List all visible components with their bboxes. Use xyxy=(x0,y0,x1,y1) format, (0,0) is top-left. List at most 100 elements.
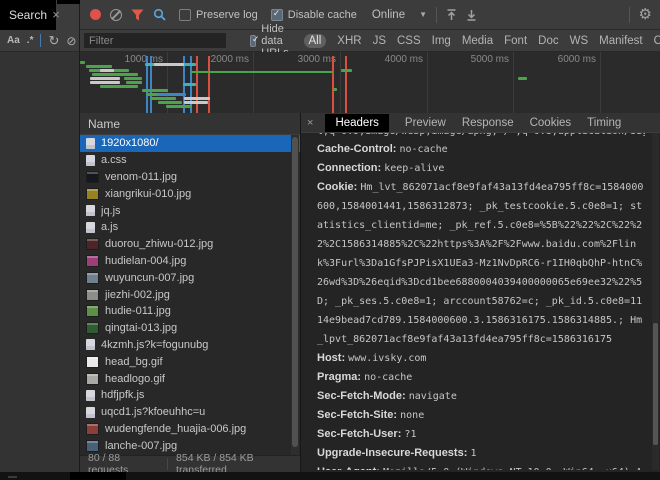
gear-icon[interactable]: ⚙ xyxy=(639,7,652,22)
request-row[interactable]: hudie-011.jpg xyxy=(80,303,300,320)
details-scrollbar[interactable] xyxy=(652,133,659,470)
overview-tick-label: 6000 ms xyxy=(542,54,596,65)
match-case-button[interactable]: Aa xyxy=(7,35,20,46)
request-row[interactable]: duorou_zhiwu-012.jpg xyxy=(80,236,300,253)
request-name: a.css xyxy=(101,154,127,166)
request-row[interactable]: wudengfende_huajia-006.jpg xyxy=(80,421,300,438)
request-row[interactable]: wuyuncun-007.jpg xyxy=(80,269,300,286)
filter-pill-font[interactable]: Font xyxy=(504,34,527,48)
image-thumbnail-icon xyxy=(86,305,99,317)
search-drawer-tabbar: Search × xyxy=(0,0,79,31)
tab-headers[interactable]: Headers xyxy=(325,114,388,132)
header-name: Connection: xyxy=(317,162,384,174)
header-line: Upgrade-Insecure-Requests: 1 xyxy=(317,443,645,462)
regex-button[interactable]: .* xyxy=(27,35,34,46)
request-row[interactable]: qingtai-013.jpg xyxy=(80,320,300,337)
overview-event-line xyxy=(208,56,210,113)
window-notch xyxy=(57,0,80,4)
header-value: none xyxy=(400,410,424,421)
tab-response[interactable]: Response xyxy=(462,117,514,129)
document-icon xyxy=(86,155,95,166)
preserve-log-checkbox[interactable] xyxy=(179,9,191,21)
request-row[interactable]: a.css xyxy=(80,152,300,169)
filter-pill-ws[interactable]: WS xyxy=(570,34,589,48)
overview-request-bar xyxy=(183,83,196,86)
export-har-icon[interactable] xyxy=(466,9,477,21)
header-value: Hm_lvt_862071acf8e9faf43a13fd4ea795ff8c=… xyxy=(317,182,643,345)
request-row[interactable]: headlogo.gif xyxy=(80,370,300,387)
bottom-dash xyxy=(8,476,17,478)
overview-request-bar xyxy=(86,65,112,68)
scrollbar-thumb[interactable] xyxy=(292,137,298,447)
request-name: uqcd1.js?kfoeuhhc=u xyxy=(101,406,205,418)
preserve-log-label: Preserve log xyxy=(196,9,258,21)
throttling-dropdown[interactable]: Online ▼ xyxy=(372,9,427,21)
filter-pill-manifest[interactable]: Manifest xyxy=(599,34,642,48)
request-row[interactable]: uqcd1.js?kfoeuhhc=u xyxy=(80,404,300,421)
name-column-header[interactable]: Name xyxy=(80,113,300,135)
clear-search-icon[interactable]: ⊘ xyxy=(66,34,76,48)
overview-tick-label: 3000 ms xyxy=(282,54,336,65)
request-row[interactable]: venom-011.jpg xyxy=(80,169,300,186)
header-line: Cache-Control: no-cache xyxy=(317,139,645,158)
disable-cache-checkbox[interactable] xyxy=(271,9,283,21)
record-button[interactable] xyxy=(90,9,101,20)
search-icon[interactable] xyxy=(153,8,166,21)
request-row[interactable]: jq.js xyxy=(80,202,300,219)
clear-requests-icon[interactable] xyxy=(110,9,122,21)
filter-pill-media[interactable]: Media xyxy=(462,34,493,48)
filter-pill-img[interactable]: Img xyxy=(432,34,451,48)
disable-cache-toggle[interactable]: Disable cache xyxy=(271,9,357,21)
tab-cookies[interactable]: Cookies xyxy=(530,117,572,129)
filter-pill-all[interactable]: All xyxy=(304,34,327,48)
header-name: User-Agent: xyxy=(317,466,383,470)
filter-pill-xhr[interactable]: XHR xyxy=(337,34,361,48)
filter-pill-css[interactable]: CSS xyxy=(397,34,421,48)
image-thumbnail-icon xyxy=(86,171,99,183)
filter-pill-js[interactable]: JS xyxy=(373,34,386,48)
header-name: Pragma: xyxy=(317,371,364,383)
request-row[interactable]: 1920x1080/ xyxy=(80,135,300,152)
overview[interactable]: 1000 ms2000 ms3000 ms4000 ms5000 ms6000 … xyxy=(80,52,660,114)
close-icon[interactable]: × xyxy=(48,7,64,23)
request-row[interactable]: head_bg.gif xyxy=(80,353,300,370)
overview-tick-label: 4000 ms xyxy=(369,54,423,65)
network-toolbar: Preserve log Disable cache Online ▼ ⚙ xyxy=(80,0,660,30)
request-name: jq.js xyxy=(101,205,121,217)
throttling-value: Online xyxy=(372,9,405,21)
overview-gridline xyxy=(600,52,601,113)
overview-request-bar xyxy=(100,69,114,72)
request-row[interactable]: hudielan-004.jpg xyxy=(80,253,300,270)
request-details-panel: × Headers Preview Response Cookies Timing l;… xyxy=(300,113,660,472)
image-thumbnail-icon xyxy=(86,356,99,368)
request-row[interactable]: xiangrikui-010.jpg xyxy=(80,185,300,202)
request-name: hudielan-004.jpg xyxy=(105,255,186,267)
overview-request-bar xyxy=(154,63,184,66)
preserve-log-toggle[interactable]: Preserve log xyxy=(179,9,258,21)
header-name: Sec-Fetch-Site: xyxy=(317,409,400,421)
network-filter-bar: Hide data URLs AllXHRJSCSSImgMediaFontDo… xyxy=(80,30,660,52)
request-row[interactable]: a.js xyxy=(80,219,300,236)
bottom-strip xyxy=(0,472,660,480)
filter-icon[interactable] xyxy=(131,9,144,21)
close-details-icon[interactable]: × xyxy=(307,117,313,129)
filter-pill-other[interactable]: Other xyxy=(654,34,660,48)
tab-timing[interactable]: Timing xyxy=(587,117,621,129)
request-row[interactable]: 4kzmh.js?k=fogunubg xyxy=(80,337,300,354)
filter-pill-doc[interactable]: Doc xyxy=(538,34,558,48)
overview-gridline xyxy=(340,52,341,113)
import-har-icon[interactable] xyxy=(446,9,457,21)
request-row[interactable]: hdfjpfk.js xyxy=(80,387,300,404)
filter-input[interactable] xyxy=(84,33,226,48)
request-name: 4kzmh.js?k=fogunubg xyxy=(101,339,208,351)
request-name: hudie-011.jpg xyxy=(105,305,171,317)
refresh-icon[interactable]: ↻ xyxy=(48,34,59,47)
hide-data-urls-checkbox[interactable] xyxy=(250,35,256,47)
headers-content: l;q=0.9,image/webp,image/apng,*/*;q=0.8,… xyxy=(301,133,649,470)
image-thumbnail-icon xyxy=(86,272,99,284)
tab-preview[interactable]: Preview xyxy=(405,117,446,129)
request-row[interactable]: jiezhi-002.jpg xyxy=(80,286,300,303)
request-name: 1920x1080/ xyxy=(101,137,159,149)
requests-scrollbar[interactable] xyxy=(291,135,299,455)
scrollbar-thumb[interactable] xyxy=(653,323,658,445)
